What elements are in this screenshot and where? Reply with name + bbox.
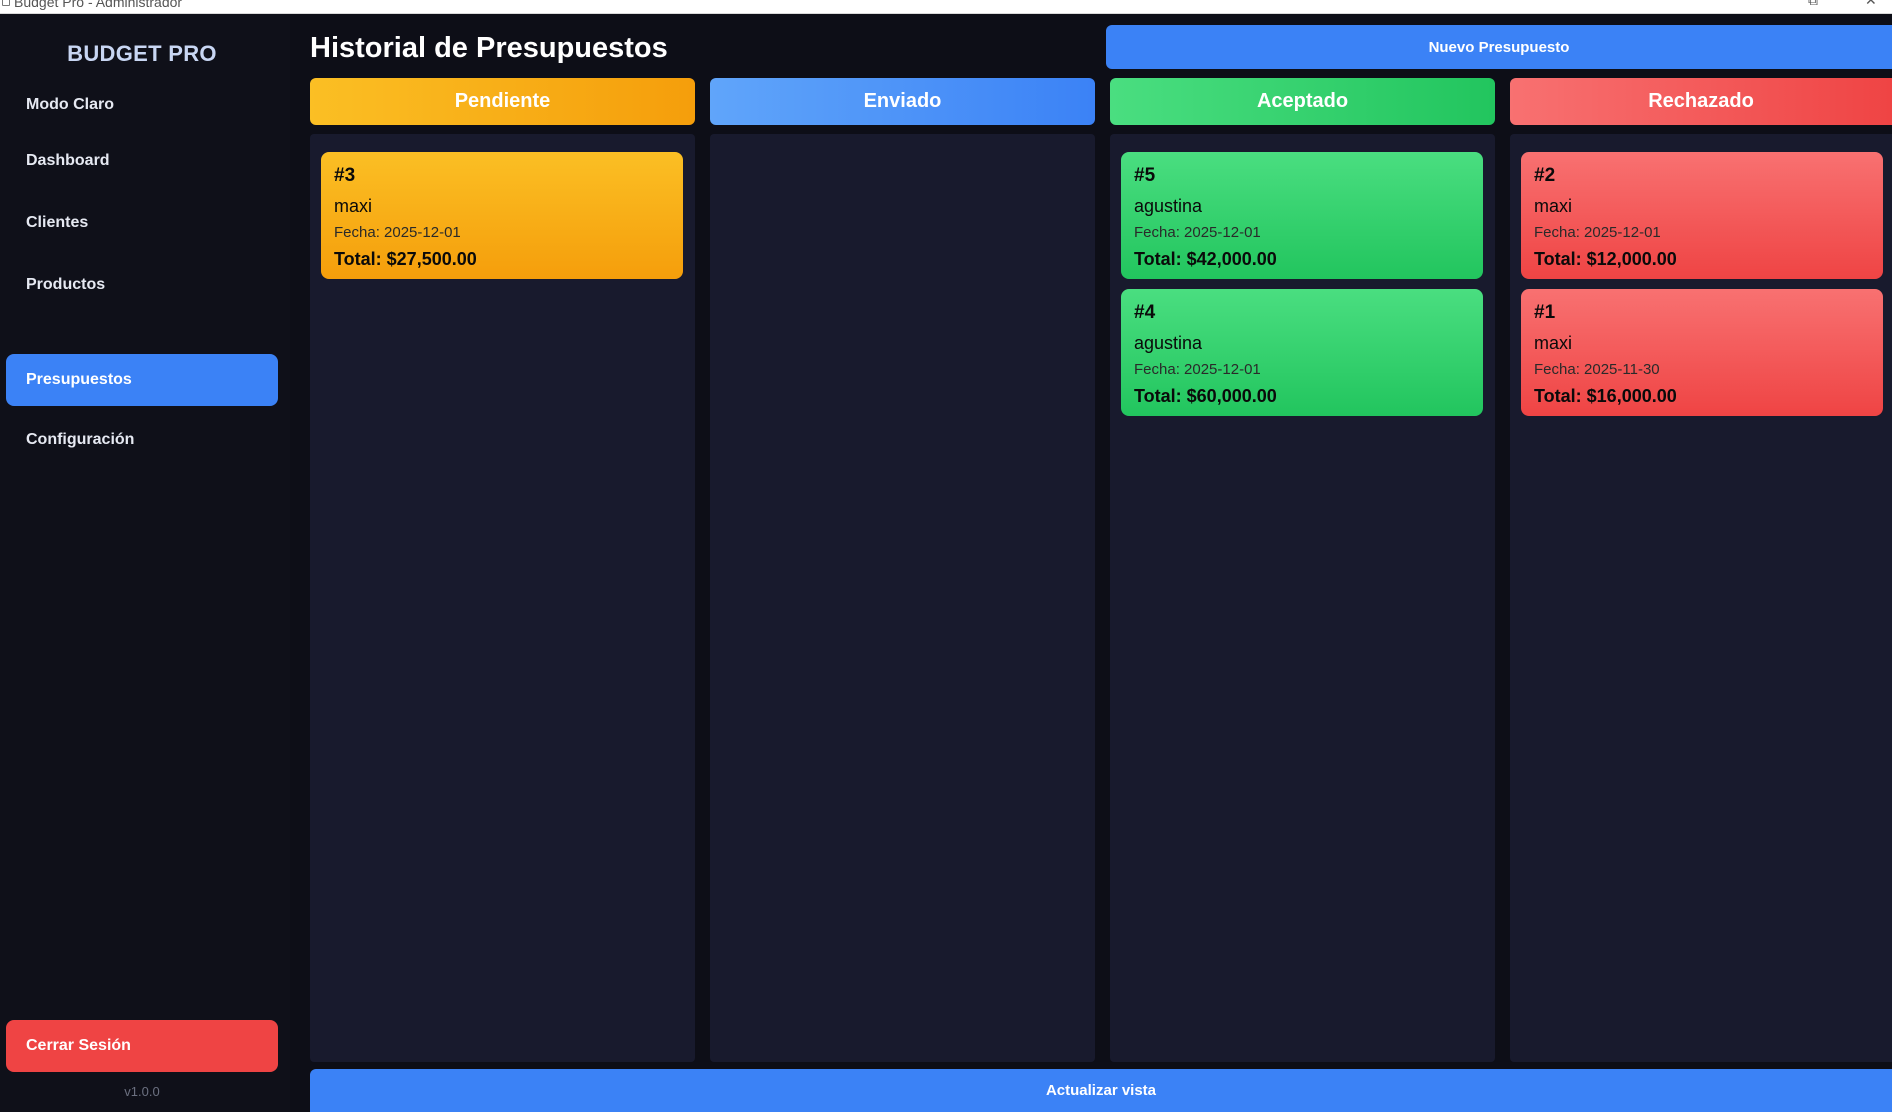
- close-icon[interactable]: ✕: [1865, 0, 1877, 9]
- budget-id: #1: [1534, 302, 1556, 323]
- budget-id: #3: [334, 165, 356, 186]
- logout-button[interactable]: Cerrar Sesión: [6, 1020, 278, 1072]
- budget-date: Fecha: 2025-11-30: [1534, 361, 1660, 378]
- budget-client: maxi: [1534, 196, 1573, 216]
- page-title: Historial de Presupuestos: [310, 32, 668, 64]
- budget-date: Fecha: 2025-12-01: [1134, 224, 1261, 241]
- column-title: Aceptado: [1256, 90, 1349, 112]
- sidebar-item-label: Clientes: [26, 214, 89, 231]
- column-header-enviado: Enviado: [710, 78, 1095, 125]
- sidebar-item-label: Dashboard: [26, 152, 110, 169]
- sidebar: BUDGET PRO Modo Claro Dashboard Clientes…: [0, 14, 290, 1112]
- column-enviado: [710, 134, 1095, 1062]
- new-budget-label: Nuevo Presupuesto: [1428, 38, 1570, 56]
- refresh-view-button[interactable]: Actualizar vista: [310, 1069, 1892, 1112]
- budget-total: Total: $16,000.00: [1534, 386, 1677, 406]
- budget-client: maxi: [1534, 333, 1573, 353]
- column-pendiente: #3 maxi Fecha: 2025-12-01 Total: $27,500…: [310, 134, 695, 1062]
- budget-card[interactable]: #2 maxi Fecha: 2025-12-01 Total: $12,000…: [1521, 152, 1883, 279]
- column-aceptado: #5 agustina Fecha: 2025-12-01 Total: $42…: [1110, 134, 1495, 1062]
- column-rechazado: #2 maxi Fecha: 2025-12-01 Total: $12,000…: [1510, 134, 1892, 1062]
- column-title: Rechazado: [1648, 90, 1754, 112]
- budget-id: #2: [1534, 165, 1556, 186]
- sidebar-item-configuracion[interactable]: Configuración: [6, 414, 278, 466]
- budget-date: Fecha: 2025-12-01: [1134, 361, 1261, 378]
- new-budget-button[interactable]: Nuevo Presupuesto: [1106, 25, 1892, 69]
- column-header-aceptado: Aceptado: [1110, 78, 1495, 125]
- budget-total: Total: $12,000.00: [1534, 249, 1677, 269]
- budget-card[interactable]: #3 maxi Fecha: 2025-12-01 Total: $27,500…: [321, 152, 683, 279]
- column-title: Pendiente: [454, 90, 551, 112]
- window-titlebar: Budget Pro - Administrador ⧉ ✕: [0, 0, 1892, 14]
- sidebar-item-presupuestos[interactable]: Presupuestos: [6, 354, 278, 406]
- version-label: v1.0.0: [124, 1084, 160, 1099]
- budget-total: Total: $42,000.00: [1134, 249, 1277, 269]
- budget-card[interactable]: #5 agustina Fecha: 2025-12-01 Total: $42…: [1121, 152, 1483, 279]
- budget-card[interactable]: #4 agustina Fecha: 2025-12-01 Total: $60…: [1121, 289, 1483, 416]
- budget-date: Fecha: 2025-12-01: [1534, 224, 1661, 241]
- budget-total: Total: $60,000.00: [1134, 386, 1277, 406]
- column-title: Enviado: [863, 90, 942, 112]
- brand-logo: BUDGET PRO: [67, 41, 217, 66]
- theme-toggle-button[interactable]: Modo Claro: [26, 96, 114, 114]
- app-icon: [2, 0, 10, 6]
- sidebar-item-clientes[interactable]: Clientes: [6, 197, 278, 249]
- sidebar-item-label: Presupuestos: [26, 371, 132, 388]
- column-header-rechazado: Rechazado: [1510, 78, 1892, 125]
- column-header-pendiente: Pendiente: [310, 78, 695, 125]
- window-title: Budget Pro - Administrador: [14, 0, 183, 10]
- budget-client: agustina: [1134, 333, 1203, 353]
- logout-label: Cerrar Sesión: [26, 1037, 131, 1054]
- refresh-view-label: Actualizar vista: [1045, 1082, 1157, 1099]
- budget-card[interactable]: #1 maxi Fecha: 2025-11-30 Total: $16,000…: [1521, 289, 1883, 416]
- sidebar-item-label: Productos: [26, 276, 106, 293]
- sidebar-item-label: Configuración: [26, 431, 135, 448]
- budget-id: #4: [1134, 302, 1156, 323]
- budget-id: #5: [1134, 165, 1156, 186]
- budget-total: Total: $27,500.00: [334, 249, 477, 269]
- sidebar-item-dashboard[interactable]: Dashboard: [6, 135, 278, 187]
- sidebar-item-productos[interactable]: Productos: [6, 259, 278, 311]
- restore-icon[interactable]: ⧉: [1808, 0, 1818, 9]
- budget-client: maxi: [334, 196, 373, 216]
- budget-date: Fecha: 2025-12-01: [334, 224, 461, 241]
- budget-client: agustina: [1134, 196, 1203, 216]
